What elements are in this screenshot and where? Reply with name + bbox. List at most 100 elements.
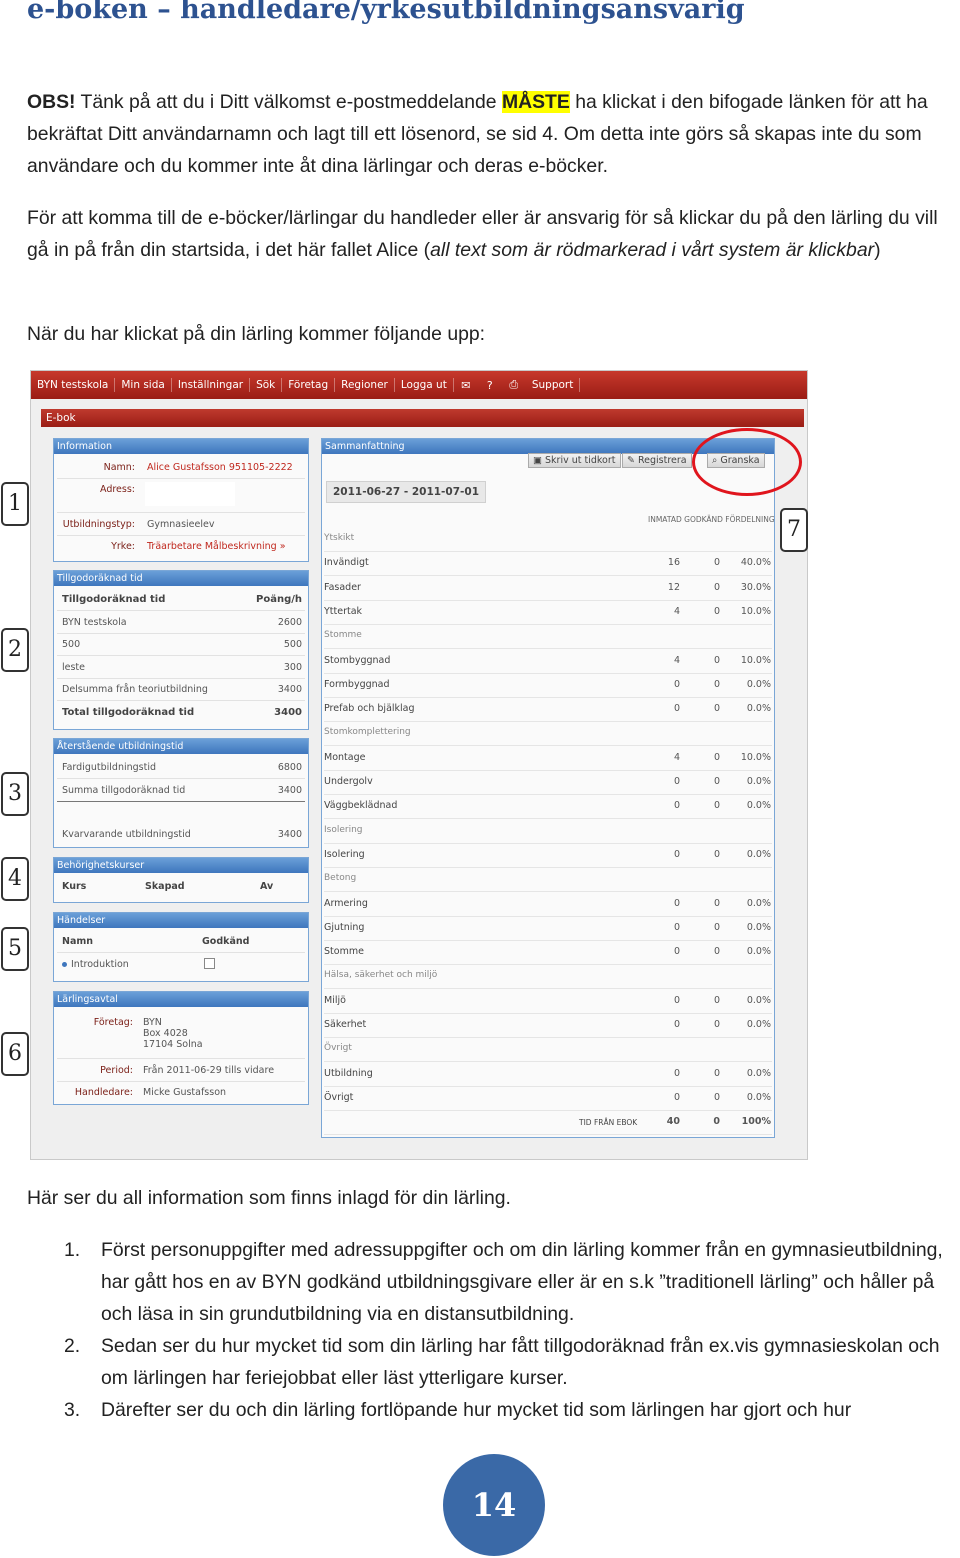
- behorighet-col: Skapad: [145, 881, 185, 892]
- inmatad-value: 0: [673, 800, 680, 812]
- row-name: Isolering: [324, 848, 365, 860]
- row-name: Ytskikt: [324, 533, 355, 543]
- row-name: Säkerhet: [324, 1019, 367, 1030]
- inmatad-value: 4: [673, 654, 680, 666]
- row-name: Övrigt: [324, 1091, 354, 1103]
- inmatad-value: 40: [666, 1116, 680, 1128]
- category-row: Stomkomplettering: [324, 721, 772, 747]
- aterstaende-value: 6800: [277, 762, 302, 773]
- fordelning-value: 0.0%: [746, 703, 771, 715]
- summary-row: Isolering 0 0 0.0%: [324, 843, 772, 868]
- print-icon[interactable]: ⎙: [507, 378, 521, 392]
- fordelning-value: 0.0%: [746, 921, 771, 933]
- nav-item-byn-testskola[interactable]: BYN testskola: [31, 378, 116, 392]
- registrera-button[interactable]: ✎ Registrera: [622, 453, 692, 468]
- total-row: TID FRÅN EBOK 40 0 100%: [324, 1110, 772, 1136]
- godkand-checkbox[interactable]: [204, 958, 215, 969]
- aterstaende-row: Summa tillgodoräknad tid 3400: [57, 780, 305, 802]
- info-value: [145, 482, 235, 506]
- info-value[interactable]: Alice Gustafsson 951105-2222: [147, 462, 293, 473]
- tillgodo-panel-title: Tillgodoräknad tid: [54, 571, 308, 586]
- inmatad-value: 0: [673, 1019, 680, 1030]
- tillgodo-name: leste: [62, 662, 86, 673]
- avtal-row: Handledare: Micke Gustafsson: [57, 1082, 305, 1103]
- callout-2: 2: [1, 628, 29, 672]
- tillgodo-value: 500: [283, 639, 302, 650]
- summary-row: Undergolv 0 0 0.0%: [324, 770, 772, 795]
- inmatad-value: 16: [667, 557, 680, 569]
- nav-item-sök[interactable]: Sök: [250, 378, 283, 392]
- fordelning-value: 100%: [741, 1116, 771, 1128]
- tillgodo-name: 500: [62, 639, 81, 650]
- foretag-name: BYN: [143, 1017, 162, 1028]
- fordelning-value: 40.0%: [740, 557, 771, 569]
- summary-row: Montage 4 0 10.0%: [324, 746, 772, 771]
- avtal-period: Från 2011-06-29 tills vidare: [143, 1065, 275, 1076]
- info-value[interactable]: Träarbetare Målbeskrivning »: [147, 541, 286, 552]
- row-name: Armering: [324, 897, 368, 909]
- avtal-row: Företag: BYN Box 4028 17104 Solna: [57, 1010, 305, 1059]
- aterstaende-value: 3400: [277, 785, 302, 796]
- summary-row: Väggbeklädnad 0 0 0.0%: [324, 794, 772, 820]
- handelse-name[interactable]: Introduktion: [71, 959, 129, 970]
- aterstaende-row: Kvarvarande utbildningstid 3400: [57, 824, 305, 845]
- summary-row: Miljö 0 0 0.0%: [324, 989, 772, 1014]
- info-value: Gymnasieelev: [147, 519, 215, 530]
- inmatad-value: 0: [673, 678, 680, 690]
- tillgodo-total-label: Total tillgodoräknad tid: [62, 707, 195, 718]
- tillgodo-name: Delsumma från teoriutbildning: [62, 684, 208, 695]
- fordelning-value: 0.0%: [746, 1019, 771, 1030]
- handelser-row[interactable]: Introduktion: [57, 954, 305, 975]
- obs-label: OBS!: [27, 91, 76, 113]
- fordelning-value: 0.0%: [746, 776, 771, 787]
- bullet-icon: [62, 962, 67, 967]
- row-name: Utbildning: [324, 1067, 373, 1079]
- tillgodo-col: Tillgodoräknad tid: [62, 594, 166, 605]
- nav-item-support[interactable]: Support: [526, 378, 581, 392]
- list-item: 2. Sedan ser du hur mycket tid som din lä…: [27, 1330, 960, 1394]
- godkand-value: 0: [713, 678, 720, 690]
- tillgodo-total: Total tillgodoräknad tid 3400: [57, 702, 305, 723]
- page-number: 14: [443, 1454, 545, 1556]
- aterstaende-name: Kvarvarande utbildningstid: [62, 829, 191, 840]
- tillgodo-col: Poäng/h: [256, 594, 302, 605]
- tillgodo-header: Tillgodoräknad tid Poäng/h: [57, 589, 305, 611]
- tillgodo-value: 2600: [277, 617, 302, 628]
- summary-row: Utbildning 0 0 0.0%: [324, 1062, 772, 1087]
- nav-item-företag[interactable]: Företag: [282, 378, 336, 392]
- intro-text-2: ): [874, 239, 881, 261]
- info-row: Yrke: Träarbetare Målbeskrivning »: [57, 536, 305, 557]
- page-heading: e-boken – handledare/yrkesutbildningsans…: [27, 0, 745, 25]
- row-name: Stomme: [324, 946, 364, 958]
- fordelning-value: 0.0%: [746, 800, 771, 812]
- mail-icon[interactable]: ✉: [459, 378, 473, 392]
- list-item: 1. Först personuppgifter med adressuppgif…: [27, 1234, 960, 1330]
- row-name: Stomkomplettering: [324, 727, 411, 738]
- intro-italic: all text som är rödmarkerad i vårt syste…: [430, 239, 875, 261]
- highlighted-maste: MÅSTE: [501, 91, 570, 113]
- list-text: Först personuppgifter med adressuppgifte…: [101, 1239, 943, 1325]
- larlingsavtal-panel-title: Lärlingsavtal: [54, 992, 308, 1007]
- behorighet-panel: Behörighetskurser Kurs Skapad Av: [53, 857, 309, 903]
- info-label: Namn:: [103, 462, 135, 473]
- tillgodo-row: Delsumma från teoriutbildning 3400: [57, 679, 305, 701]
- inmatad-value: 0: [673, 946, 680, 958]
- handelser-panel-title: Händelser: [54, 913, 308, 928]
- nav-item-regioner[interactable]: Regioner: [335, 378, 395, 392]
- info-panel: Information Namn: Alice Gustafsson 95110…: [53, 438, 309, 562]
- nav-item-logga-ut[interactable]: Logga ut: [395, 378, 454, 392]
- aterstaende-name: Fardigutbildningstid: [62, 762, 156, 773]
- summary-paragraph: Här ser du all information som finns inl…: [27, 1187, 511, 1209]
- summary-row: Fasader 12 0 30.0%: [324, 576, 772, 601]
- nav-item-min-sida[interactable]: Min sida: [115, 378, 172, 392]
- godkand-value: 0: [713, 703, 720, 715]
- behorighet-col: Kurs: [62, 881, 87, 892]
- help-icon[interactable]: ?: [483, 378, 497, 392]
- row-name: Miljö: [324, 994, 346, 1006]
- nav-item-inställningar[interactable]: Inställningar: [172, 378, 251, 392]
- larlingsavtal-panel: Lärlingsavtal Företag: BYN Box 4028 1710…: [53, 991, 309, 1105]
- summary-row: Stomme 0 0 0.0%: [324, 940, 772, 966]
- fordelning-value: 30.0%: [740, 581, 771, 593]
- fordelning-value: 0.0%: [746, 897, 771, 909]
- skriv-ut-tidkort-button[interactable]: ▣ Skriv ut tidkort: [528, 453, 621, 468]
